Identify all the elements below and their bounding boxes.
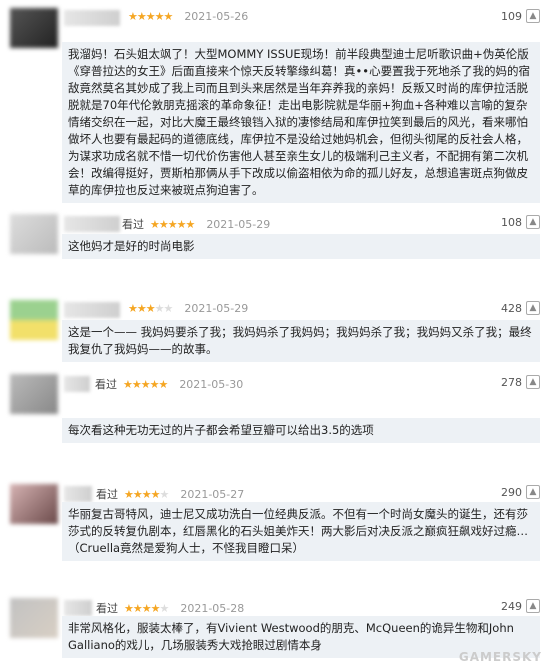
review-date: 2021-05-28 <box>180 601 245 615</box>
username-blurred[interactable] <box>64 302 120 318</box>
rating-stars: ★★★★★ <box>128 10 173 23</box>
useful-count[interactable]: 428 ▲ <box>501 301 540 315</box>
review-date: 2021-05-26 <box>184 10 249 23</box>
avatar[interactable] <box>10 300 58 340</box>
rating-stars: ★★★★★ <box>124 487 169 501</box>
review-meta: ★★★★★ 2021-05-26 <box>122 10 248 23</box>
review-content: 这是一个—— 我妈妈要杀了我；我妈妈杀了我妈妈；我妈妈杀了我；我妈妈又杀了我；最… <box>62 320 540 362</box>
watch-status: 看过 <box>96 488 118 501</box>
review-date: 2021-05-29 <box>206 217 271 231</box>
username-blurred[interactable] <box>64 10 120 26</box>
review-meta: ★★★★★ 2021-05-29 <box>122 302 248 315</box>
username-blurred[interactable] <box>64 216 120 232</box>
avatar[interactable] <box>10 598 58 638</box>
useful-number: 249 <box>501 599 522 613</box>
rating-stars: ★★★★★ <box>123 377 168 391</box>
username-blurred[interactable] <box>64 376 90 392</box>
useful-number: 428 <box>501 301 522 315</box>
review-meta: 看过 ★★★★★ 2021-05-30 <box>95 376 243 392</box>
useful-count[interactable]: 109 ▲ <box>501 9 540 23</box>
useful-count[interactable]: 108 ▲ <box>501 215 540 229</box>
avatar[interactable] <box>10 374 58 414</box>
thumbs-up-icon[interactable]: ▲ <box>526 599 540 613</box>
useful-number: 109 <box>501 9 522 23</box>
avatar[interactable] <box>10 8 58 48</box>
review-meta: 看过 ★★★★★ 2021-05-29 <box>122 216 270 232</box>
useful-count[interactable]: 290 ▲ <box>501 485 540 499</box>
review-date: 2021-05-30 <box>179 377 244 391</box>
thumbs-up-icon[interactable]: ▲ <box>526 485 540 499</box>
review-date: 2021-05-29 <box>184 302 249 315</box>
rating-stars: ★★★★★ <box>150 217 195 231</box>
useful-number: 108 <box>501 215 522 229</box>
rating-stars: ★★★★★ <box>128 302 173 315</box>
thumbs-up-icon[interactable]: ▲ <box>526 375 540 389</box>
review-meta: 看过 ★★★★★ 2021-05-27 <box>96 486 244 502</box>
thumbs-up-icon[interactable]: ▲ <box>526 301 540 315</box>
thumbs-up-icon[interactable]: ▲ <box>526 9 540 23</box>
username-blurred[interactable] <box>64 600 92 616</box>
thumbs-up-icon[interactable]: ▲ <box>526 215 540 229</box>
watch-status: 看过 <box>95 378 117 391</box>
review-content: 每次看这种无功无过的片子都会希望豆瓣可以给出3.5的选项 <box>62 418 540 443</box>
watch-status: 看过 <box>96 602 118 615</box>
review-meta: 看过 ★★★★★ 2021-05-28 <box>96 600 244 616</box>
review-content: 这他妈才是好的时尚电影 <box>62 234 540 259</box>
useful-count[interactable]: 249 ▲ <box>501 599 540 613</box>
avatar[interactable] <box>10 214 58 254</box>
watermark: GAMERSKY <box>458 650 542 664</box>
watch-status: 看过 <box>122 218 144 231</box>
useful-count[interactable]: 278 ▲ <box>501 375 540 389</box>
review-date: 2021-05-27 <box>180 487 245 501</box>
username-blurred[interactable] <box>64 486 92 502</box>
review-content: 华丽复古哥特风，迪士尼又成功洗白一位经典反派。不但有一个时尚女魔头的诞生，还有莎… <box>62 502 540 561</box>
avatar[interactable] <box>10 484 58 524</box>
rating-stars: ★★★★★ <box>124 601 169 615</box>
useful-number: 290 <box>501 485 522 499</box>
useful-number: 278 <box>501 375 522 389</box>
review-content: 我溜妈！石头姐太飒了！大型MOMMY ISSUE现场！前半段典型迪士尼听歌识曲+… <box>62 42 540 203</box>
